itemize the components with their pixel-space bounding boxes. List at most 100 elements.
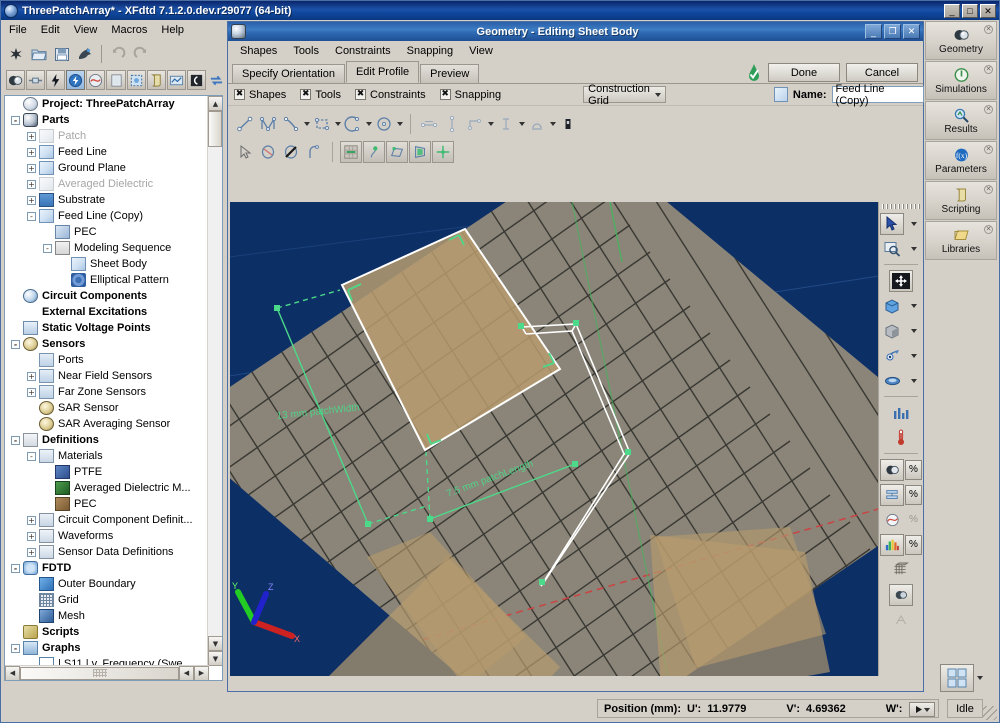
geometry-menu-snapping[interactable]: Snapping (407, 45, 454, 57)
tab-edit-profile[interactable]: Edit Profile (346, 61, 419, 83)
tree-item[interactable]: Averaged Dielectric M... (5, 480, 209, 496)
ribbon-tab-results[interactable]: ✕ Results (925, 101, 997, 140)
menu-macros[interactable]: Macros (111, 24, 147, 36)
position-options-button[interactable] (909, 702, 935, 717)
expand-icon[interactable]: + (27, 372, 36, 381)
redo-icon[interactable] (131, 44, 151, 64)
ribbon-tab-libraries[interactable]: ✕ Libraries (925, 221, 997, 260)
ribbon-tab-simulations[interactable]: ✕ Simulations (925, 61, 997, 100)
geometry-menu-view[interactable]: View (469, 45, 493, 57)
view-wireframe-dropdown[interactable] (905, 371, 922, 391)
tree-horizontal-scrollbar[interactable]: ◀ ◀ ▶ (5, 665, 209, 680)
fillet-tool-icon[interactable] (303, 141, 325, 163)
view-transparent-dropdown[interactable] (905, 346, 922, 366)
close-icon[interactable]: ✕ (984, 225, 993, 234)
tree-item[interactable]: Scripts (5, 624, 209, 640)
select-arrow-icon[interactable] (234, 141, 256, 163)
clear-visibility-icon[interactable] (889, 609, 913, 631)
tree-item[interactable]: +Patch (5, 128, 209, 144)
chevron-down-icon[interactable] (397, 122, 403, 126)
circuit-components-icon[interactable] (26, 70, 45, 90)
geometry-minimize-button[interactable]: _ (865, 24, 882, 39)
grid-visibility-icon[interactable] (889, 559, 913, 581)
sensor-visibility-percent[interactable]: % (905, 510, 922, 530)
constraint-icon[interactable] (526, 113, 548, 135)
option-shapes[interactable]: ✖ Shapes (234, 89, 286, 101)
tree-hscroll-right-button-b[interactable]: ▶ (194, 666, 209, 681)
chevron-down-icon[interactable] (304, 122, 310, 126)
parts-visibility-icon[interactable] (889, 584, 913, 606)
tree-hscroll-thumb[interactable] (20, 667, 179, 680)
tree-item[interactable]: +Feed Line (5, 144, 209, 160)
tree-item[interactable]: +Circuit Component Definit... (5, 512, 209, 528)
tree-item[interactable]: +Near Field Sensors (5, 368, 209, 384)
definitions-icon[interactable] (106, 70, 125, 90)
ellipse-tool-icon[interactable] (373, 113, 395, 135)
tree-item[interactable]: -Sensors (5, 336, 209, 352)
collapse-icon[interactable]: - (27, 452, 36, 461)
sensor-visibility-icon[interactable] (880, 509, 904, 531)
dimension-angle-icon[interactable] (464, 113, 486, 135)
tree-item[interactable]: -Modeling Sequence (5, 240, 209, 256)
expand-icon[interactable]: + (27, 180, 36, 189)
tab-specify-orientation[interactable]: Specify Orientation (232, 64, 345, 83)
sensors-icon[interactable] (86, 70, 105, 90)
chevron-down-icon[interactable] (335, 122, 341, 126)
axis-snap-icon[interactable] (432, 141, 454, 163)
tree-scroll-thumb[interactable] (208, 111, 222, 147)
tree-item[interactable]: -Feed Line (Copy) (5, 208, 209, 224)
arc-line-tool-icon[interactable] (280, 113, 302, 135)
tree-item[interactable]: -Definitions (5, 432, 209, 448)
zoom-region-icon[interactable] (880, 238, 904, 260)
toolbar-drag-handle[interactable] (882, 204, 920, 209)
grid-snap-icon[interactable] (340, 141, 362, 163)
chevron-down-icon[interactable] (550, 122, 556, 126)
delete-segment-icon[interactable] (280, 141, 302, 163)
geometry-visibility-icon[interactable] (880, 459, 904, 481)
tree-hscroll-left-button[interactable]: ◀ (5, 666, 20, 681)
tree-hscroll-right-button-a[interactable]: ◀ (179, 666, 194, 681)
tree-item[interactable]: -Parts (5, 112, 209, 128)
tree-scroll-up-button[interactable]: ▲ (208, 96, 223, 111)
option-tools[interactable]: ✖ Tools (300, 89, 341, 101)
tools-checkbox[interactable]: ✖ (300, 89, 311, 100)
menu-edit[interactable]: Edit (41, 24, 60, 36)
view-wireframe-icon[interactable] (880, 370, 904, 392)
view-shaded-dropdown[interactable] (905, 321, 922, 341)
close-icon[interactable]: ✕ (984, 185, 993, 194)
maximize-button[interactable]: □ (962, 4, 978, 18)
excitations-icon[interactable] (46, 70, 65, 90)
tree-item[interactable]: SAR Averaging Sensor (5, 416, 209, 432)
tree-item[interactable]: +Substrate (5, 192, 209, 208)
geometry-3d-viewport[interactable]: 13 mm patchWidth 7.5 mm patchLength X Y … (230, 202, 923, 676)
tree-item[interactable]: Circuit Components (5, 288, 209, 304)
tab-preview[interactable]: Preview (420, 64, 479, 83)
constraints-checkbox[interactable]: ✖ (355, 89, 366, 100)
close-icon[interactable]: ✕ (984, 105, 993, 114)
name-input[interactable]: Feed Line (Copy) (832, 86, 924, 103)
tree-item[interactable]: -Materials (5, 448, 209, 464)
geometry-menu-tools[interactable]: Tools (293, 45, 319, 57)
tree-vertical-scrollbar[interactable]: ▲ ▼ ▼ (207, 96, 222, 666)
view-solid-icon[interactable] (880, 295, 904, 317)
view-transparent-icon[interactable] (880, 345, 904, 367)
zoom-dropdown[interactable] (905, 239, 922, 259)
close-icon[interactable]: ✕ (984, 65, 993, 74)
menu-help[interactable]: Help (161, 24, 184, 36)
expand-icon[interactable]: + (27, 388, 36, 397)
collapse-icon[interactable]: - (11, 116, 20, 125)
line-tool-icon[interactable] (234, 113, 256, 135)
tree-item[interactable]: +Sensor Data Definitions (5, 544, 209, 560)
construction-grid-dropdown[interactable]: Construction Grid (583, 86, 666, 103)
chevron-down-icon[interactable] (366, 122, 372, 126)
window-layout-icon[interactable] (940, 664, 974, 692)
resize-grip-icon[interactable] (983, 706, 997, 720)
face-snap-icon[interactable] (409, 141, 431, 163)
chevron-down-icon[interactable] (977, 676, 983, 680)
static-voltage-icon[interactable] (66, 70, 85, 90)
tree-item[interactable]: +Waveforms (5, 528, 209, 544)
geometry-close-button[interactable]: ✕ (903, 24, 920, 39)
dimension-vertical-icon[interactable] (441, 113, 463, 135)
tree-item[interactable]: Static Voltage Points (5, 320, 209, 336)
collapse-icon[interactable]: - (11, 564, 20, 573)
